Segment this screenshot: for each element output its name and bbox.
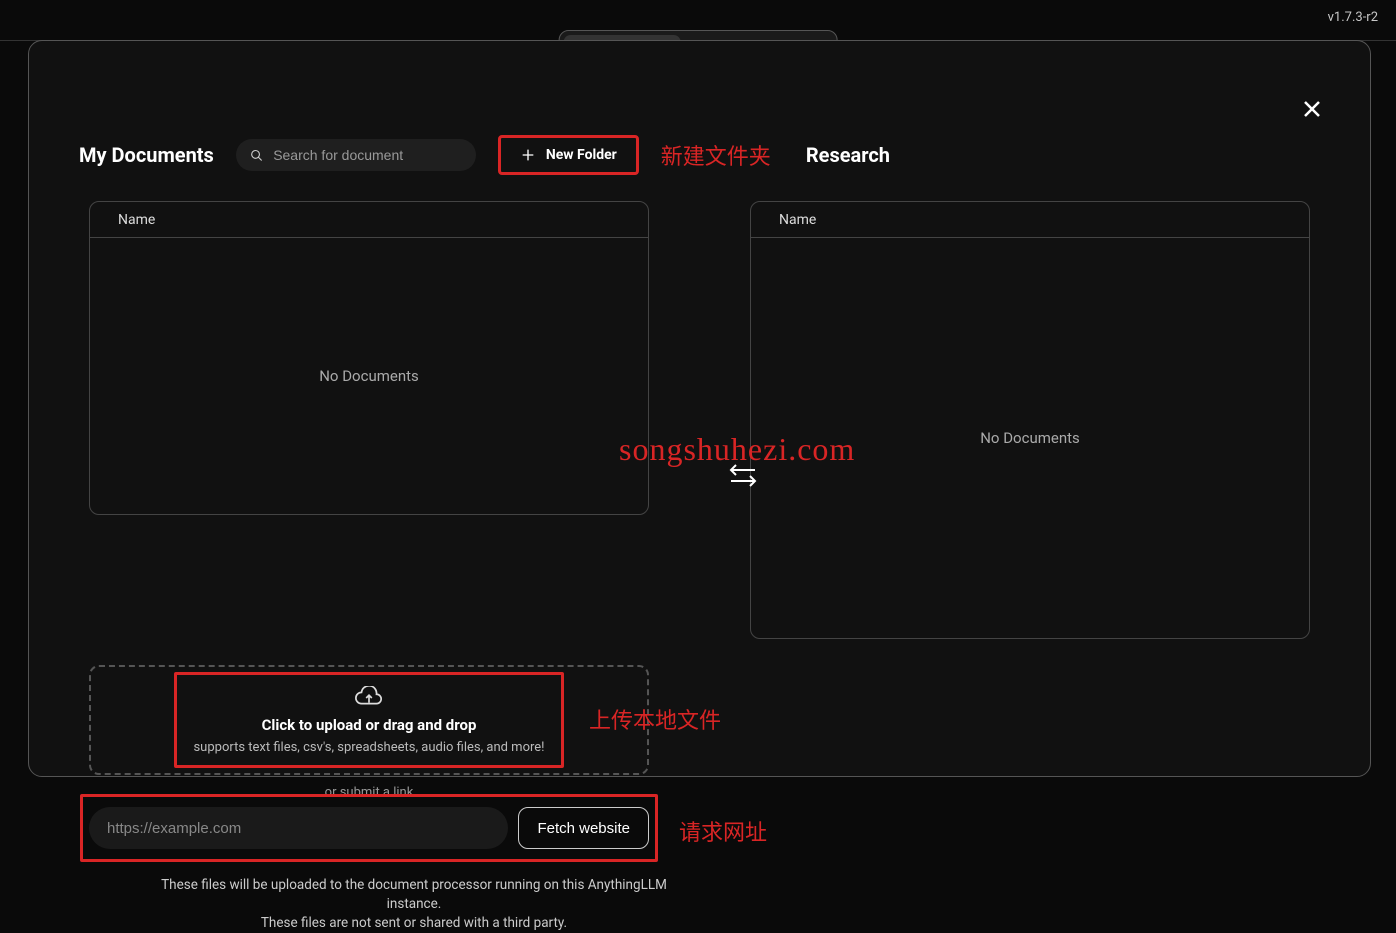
left-panel-body: No Documents — [90, 238, 648, 514]
swap-icon — [727, 459, 759, 491]
close-button[interactable] — [1300, 97, 1324, 121]
cloud-upload-icon — [354, 686, 384, 710]
right-empty-text: No Documents — [980, 429, 1080, 447]
upload-highlight: Click to upload or drag and drop support… — [174, 672, 564, 768]
version-label: v1.7.3-r2 — [1328, 10, 1378, 25]
search-box[interactable] — [236, 139, 476, 171]
new-folder-button[interactable]: New Folder — [504, 141, 633, 169]
url-input[interactable] — [89, 807, 508, 849]
left-empty-text: No Documents — [319, 367, 419, 385]
new-folder-label: New Folder — [546, 147, 617, 163]
upload-sub-text: supports text files, csv's, spreadsheets… — [193, 740, 544, 755]
footer-note: These files will be uploaded to the docu… — [134, 876, 694, 933]
right-panel-header: Name — [751, 202, 1309, 238]
footer-line2: These files are not sent or shared with … — [134, 914, 694, 933]
header-row: My Documents New Folder 新建文件夹 Research — [79, 131, 1320, 179]
fetch-website-button[interactable]: Fetch website — [518, 807, 649, 849]
upload-dropzone[interactable]: Click to upload or drag and drop support… — [89, 665, 649, 775]
my-documents-panel: Name No Documents — [89, 201, 649, 515]
footer-line1: These files will be uploaded to the docu… — [134, 876, 694, 914]
annotation-url: 请求网址 — [679, 815, 767, 847]
research-title: Research — [806, 143, 1320, 167]
left-name-column: Name — [118, 212, 155, 228]
search-icon — [250, 148, 263, 163]
left-panel-header: Name — [90, 202, 648, 238]
annotation-new-folder: 新建文件夹 — [661, 139, 771, 171]
plus-icon — [520, 147, 536, 163]
modal-content: My Documents New Folder 新建文件夹 Research N… — [79, 131, 1320, 756]
url-highlight: Fetch website 请求网址 — [80, 794, 658, 862]
search-input[interactable] — [273, 147, 462, 163]
right-name-column: Name — [779, 212, 816, 228]
research-panel: Name No Documents — [750, 201, 1310, 639]
documents-modal: My Documents New Folder 新建文件夹 Research N… — [28, 40, 1371, 777]
close-icon — [1300, 97, 1324, 121]
swap-button[interactable] — [727, 459, 759, 495]
panels-row: Name No Documents songshuhezi.com Name — [79, 201, 1320, 639]
upload-main-text: Click to upload or drag and drop — [262, 716, 477, 734]
annotation-upload: 上传本地文件 — [589, 703, 721, 735]
upload-section: Click to upload or drag and drop support… — [89, 665, 649, 862]
new-folder-highlight: New Folder — [498, 135, 639, 175]
my-documents-title: My Documents — [79, 143, 214, 167]
